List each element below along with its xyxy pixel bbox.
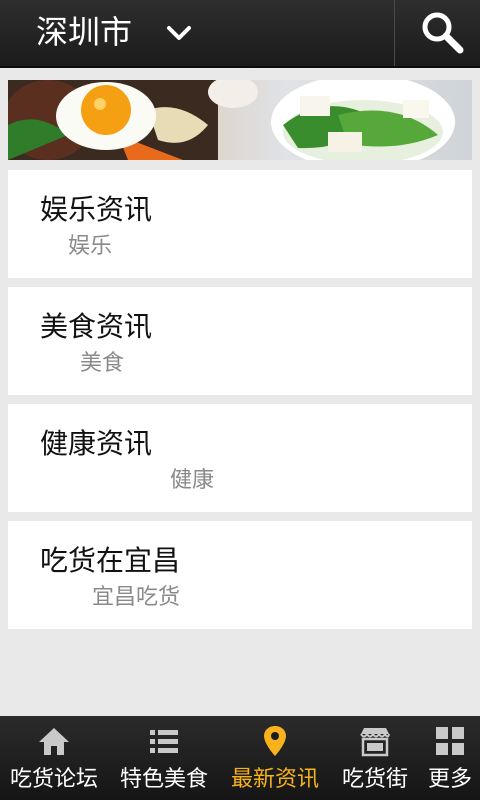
list-item-subtitle: 娱乐 (68, 234, 113, 259)
bottom-tab-bar: 吃货论坛 特色美食 最新资讯 吃货街 更多 (0, 716, 480, 800)
tab-foodie-street[interactable]: 吃货街 (330, 716, 420, 800)
grid-icon (436, 727, 464, 755)
list-item-title: 美食资讯 (40, 310, 153, 343)
home-icon (39, 728, 69, 755)
list-item-entertainment[interactable]: 娱乐资讯 娱乐 (8, 170, 472, 278)
tab-foodie-forum[interactable]: 吃货论坛 (0, 716, 108, 800)
food-banner[interactable] (8, 80, 472, 160)
list-item-subtitle: 宜昌吃货 (92, 585, 181, 610)
tab-latest-news[interactable]: 最新资讯 (220, 716, 330, 800)
list-item-title: 吃货在宜昌 (40, 544, 181, 577)
search-icon[interactable] (418, 8, 466, 56)
city-label[interactable]: 深圳市 (36, 12, 132, 52)
tab-label: 特色美食 (119, 767, 208, 792)
list-item-subtitle: 美食 (80, 351, 125, 376)
chevron-down-icon[interactable] (164, 18, 194, 48)
location-pin-icon (264, 726, 286, 756)
list-item-yichang[interactable]: 吃货在宜昌 宜昌吃货 (8, 521, 472, 629)
header-divider (394, 0, 395, 66)
list-item-food[interactable]: 美食资讯 美食 (8, 287, 472, 395)
tab-label: 更多 (427, 767, 472, 792)
list-item-title: 健康资讯 (40, 427, 153, 460)
food-banner-image (8, 80, 455, 160)
top-bar: 深圳市 (0, 0, 480, 68)
tab-specialty-food[interactable]: 特色美食 (108, 716, 220, 800)
list-item-subtitle: 健康 (170, 468, 215, 493)
tab-label: 吃货街 (341, 767, 408, 792)
tab-more[interactable]: 更多 (420, 716, 480, 800)
tab-label: 吃货论坛 (9, 767, 98, 792)
tab-label: 最新资讯 (230, 767, 319, 792)
list-icon (150, 730, 178, 753)
list-item-health[interactable]: 健康资讯 健康 (8, 404, 472, 512)
list-item-title: 娱乐资讯 (40, 193, 153, 226)
storefront-icon (360, 728, 390, 757)
